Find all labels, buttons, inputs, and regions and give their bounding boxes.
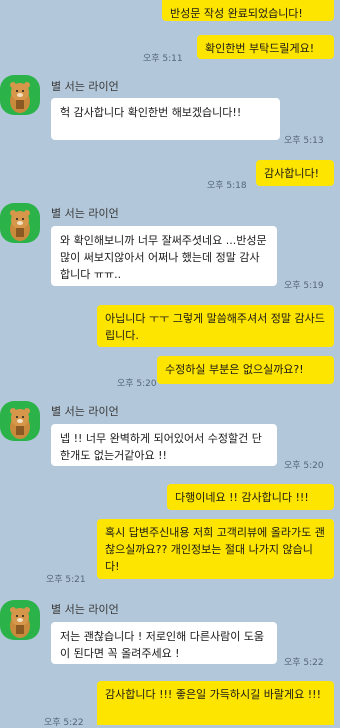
message-text: 와 확인해보니까 너무 잘써주셧네요 ...반성문 많이 써보지않아서 어쩌나 … [60, 234, 267, 281]
message-text: 감사합니다! [264, 167, 320, 180]
avatar[interactable] [0, 401, 40, 441]
message-text: 다행이네요 !! 감사합니다 !!! [175, 491, 309, 504]
message-text: 넵 !! 너무 완벽하게 되어있어서 수정할건 단 한개도 없는거같아요 !! [60, 432, 262, 462]
message-text: 헉 감사합니다 확인한번 해보겠습니다!! [60, 106, 242, 119]
message-text: 반성문 작성 완료되었습니다! [170, 7, 303, 20]
message-text: 아닙니다 ㅜㅜ 그렇게 말씀해주셔서 정말 감사드립니다. [105, 312, 325, 342]
message-time: 오후 5:20 [284, 461, 324, 471]
my-message-bubble[interactable]: 다행이네요 !! 감사합니다 !!! [167, 484, 334, 510]
avatar[interactable] [0, 600, 40, 640]
message-text: 수정하실 부분은 없으실까요?! [165, 363, 304, 376]
received-message-bubble[interactable]: 헉 감사합니다 확인한번 해보겠습니다!! [51, 98, 280, 140]
message-text: 혹시 답변주신내용 저희 고객리뷰에 올라가도 괜찮으실까요?? 개인정보는 절… [105, 526, 325, 573]
sender-name: 별 서는 라이언 [51, 80, 119, 93]
ryan-character-icon [10, 408, 30, 439]
message-time: 오후 5:19 [284, 281, 324, 291]
received-message-bubble[interactable]: 넵 !! 너무 완벽하게 되어있어서 수정할건 단 한개도 없는거같아요 !! [51, 424, 277, 466]
message-time: 오후 5:11 [143, 54, 183, 64]
my-message-bubble[interactable]: 아닙니다 ㅜㅜ 그렇게 말씀해주셔서 정말 감사드립니다. [97, 305, 334, 347]
ryan-character-icon [10, 607, 30, 638]
sender-name: 별 서는 라이언 [51, 603, 119, 616]
message-text: 확인한번 부탁드릴게요! [205, 42, 315, 55]
ryan-character-icon [10, 82, 30, 113]
my-message-bubble[interactable]: 감사합니다 !!! 좋은일 가득하시길 바랄게요 !!! [97, 681, 334, 725]
message-text: 감사합니다 !!! 좋은일 가득하시길 바랄게요 !!! [105, 688, 321, 701]
my-message-bubble[interactable]: 확인한번 부탁드릴게요! [197, 35, 334, 59]
my-message-bubble[interactable]: 감사합니다! [256, 160, 334, 186]
received-message-bubble[interactable]: 저는 괜찮습니다 ! 저로인해 다른사람이 도움이 된다면 꼭 올려주세요 ! [51, 622, 277, 664]
avatar[interactable] [0, 203, 40, 243]
ryan-character-icon [10, 210, 30, 241]
message-time: 오후 5:21 [46, 575, 86, 585]
my-message-bubble[interactable]: 혹시 답변주신내용 저희 고객리뷰에 올라가도 괜찮으실까요?? 개인정보는 절… [97, 519, 334, 579]
message-time: 오후 5:22 [44, 718, 84, 728]
message-time: 오후 5:18 [207, 181, 247, 191]
message-time: 오후 5:13 [284, 136, 324, 146]
my-message-bubble[interactable]: 반성문 작성 완료되었습니다! [162, 0, 334, 21]
message-text: 저는 괜찮습니다 ! 저로인해 다른사람이 도움이 된다면 꼭 올려주세요 ! [60, 630, 265, 660]
message-time: 오후 5:20 [117, 379, 157, 389]
my-message-bubble[interactable]: 수정하실 부분은 없으실까요?! [157, 356, 334, 384]
sender-name: 별 서는 라이언 [51, 207, 119, 220]
received-message-bubble[interactable]: 와 확인해보니까 너무 잘써주셧네요 ...반성문 많이 써보지않아서 어쩌나 … [51, 226, 277, 286]
message-time: 오후 5:22 [284, 658, 324, 668]
avatar[interactable] [0, 75, 40, 115]
chat-area[interactable]: 반성문 작성 완료되었습니다! 확인한번 부탁드릴게요! 오후 5:11 별 서… [0, 0, 340, 728]
sender-name: 별 서는 라이언 [51, 405, 119, 418]
